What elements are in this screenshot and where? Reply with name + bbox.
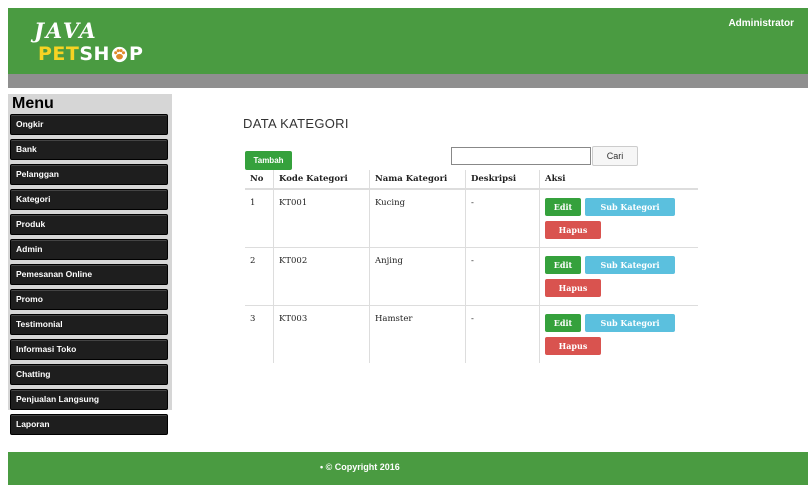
search-input[interactable]: [451, 147, 591, 165]
column-header-nama: Nama Kategori: [369, 170, 466, 190]
paw-icon: [111, 46, 128, 63]
nav-bar: [8, 74, 808, 88]
menu-item-testimonial[interactable]: Testimonial: [10, 314, 168, 335]
add-button[interactable]: Tambah: [245, 151, 292, 170]
column-header-deskripsi: Deskripsi: [465, 170, 540, 190]
page-title: DATA KATEGORI: [243, 116, 349, 131]
admin-user-label[interactable]: Administrator: [728, 18, 794, 29]
menu-item-penjualan-langsung[interactable]: Penjualan Langsung: [10, 389, 168, 410]
cell-deskripsi: -: [465, 247, 540, 306]
category-table: No Kode Kategori Nama Kategori Deskripsi…: [245, 170, 698, 363]
menu-title: Menu: [12, 95, 54, 112]
header: JAVA PET SH P Administrator: [8, 8, 808, 74]
menu-item-chatting[interactable]: Chatting: [10, 364, 168, 385]
menu-item-promo[interactable]: Promo: [10, 289, 168, 310]
logo-title: JAVA: [34, 18, 98, 43]
table-row: 3 KT003 Hamster - Edit Sub Kategori Hapus: [245, 305, 698, 363]
search-button[interactable]: Cari: [592, 146, 638, 166]
logo-p-text: P: [128, 43, 144, 65]
logo-pet-text: PET: [38, 43, 80, 65]
edit-button[interactable]: Edit: [545, 198, 581, 216]
cell-actions: Edit Sub Kategori Hapus: [539, 247, 698, 306]
cell-nama: Hamster: [369, 305, 466, 363]
cell-actions: Edit Sub Kategori Hapus: [539, 305, 698, 363]
menu-item-kategori[interactable]: Kategori: [10, 189, 168, 210]
delete-button[interactable]: Hapus: [545, 221, 601, 239]
app-frame: JAVA PET SH P Administrator Menu Ongkir: [8, 8, 808, 485]
cell-deskripsi: -: [465, 188, 540, 248]
column-header-kode: Kode Kategori: [273, 170, 370, 190]
sub-kategori-button[interactable]: Sub Kategori: [585, 198, 675, 216]
copyright-text: • © Copyright 2016: [320, 462, 400, 472]
column-header-aksi: Aksi: [539, 170, 698, 190]
delete-button[interactable]: Hapus: [545, 337, 601, 355]
menu-item-pemesanan-online[interactable]: Pemesanan Online: [10, 264, 168, 285]
menu-item-pelanggan[interactable]: Pelanggan: [10, 164, 168, 185]
menu-item-bank[interactable]: Bank: [10, 139, 168, 160]
table-header-row: No Kode Kategori Nama Kategori Deskripsi…: [245, 170, 698, 190]
table-row: 2 KT002 Anjing - Edit Sub Kategori Hapus: [245, 247, 698, 306]
footer: • © Copyright 2016: [8, 452, 808, 485]
cell-kode: KT002: [273, 247, 370, 306]
cell-kode: KT003: [273, 305, 370, 363]
menu-item-informasi-toko[interactable]: Informasi Toko: [10, 339, 168, 360]
content-header: DATA KATEGORI: [243, 116, 349, 131]
logo-petshop: PET SH P: [38, 43, 143, 65]
column-header-no: No: [245, 170, 274, 190]
cell-nama: Kucing: [369, 188, 466, 248]
logo-sh-text: SH: [79, 43, 110, 65]
cell-no: 2: [245, 247, 274, 306]
menu-list: Ongkir Bank Pelanggan Kategori Produk Ad…: [10, 114, 168, 439]
menu-item-ongkir[interactable]: Ongkir: [10, 114, 168, 135]
cell-no: 3: [245, 305, 274, 363]
menu-item-laporan[interactable]: Laporan: [10, 414, 168, 435]
cell-nama: Anjing: [369, 247, 466, 306]
cell-kode: KT001: [273, 188, 370, 248]
sidebar: Menu Ongkir Bank Pelanggan Kategori Prod…: [8, 94, 172, 435]
edit-button[interactable]: Edit: [545, 256, 581, 274]
menu-item-admin[interactable]: Admin: [10, 239, 168, 260]
delete-button[interactable]: Hapus: [545, 279, 601, 297]
menu-item-produk[interactable]: Produk: [10, 214, 168, 235]
cell-no: 1: [245, 188, 274, 248]
edit-button[interactable]: Edit: [545, 314, 581, 332]
sub-kategori-button[interactable]: Sub Kategori: [585, 256, 675, 274]
table-row: 1 KT001 Kucing - Edit Sub Kategori Hapus: [245, 188, 698, 248]
cell-deskripsi: -: [465, 305, 540, 363]
cell-actions: Edit Sub Kategori Hapus: [539, 188, 698, 248]
sub-kategori-button[interactable]: Sub Kategori: [585, 314, 675, 332]
